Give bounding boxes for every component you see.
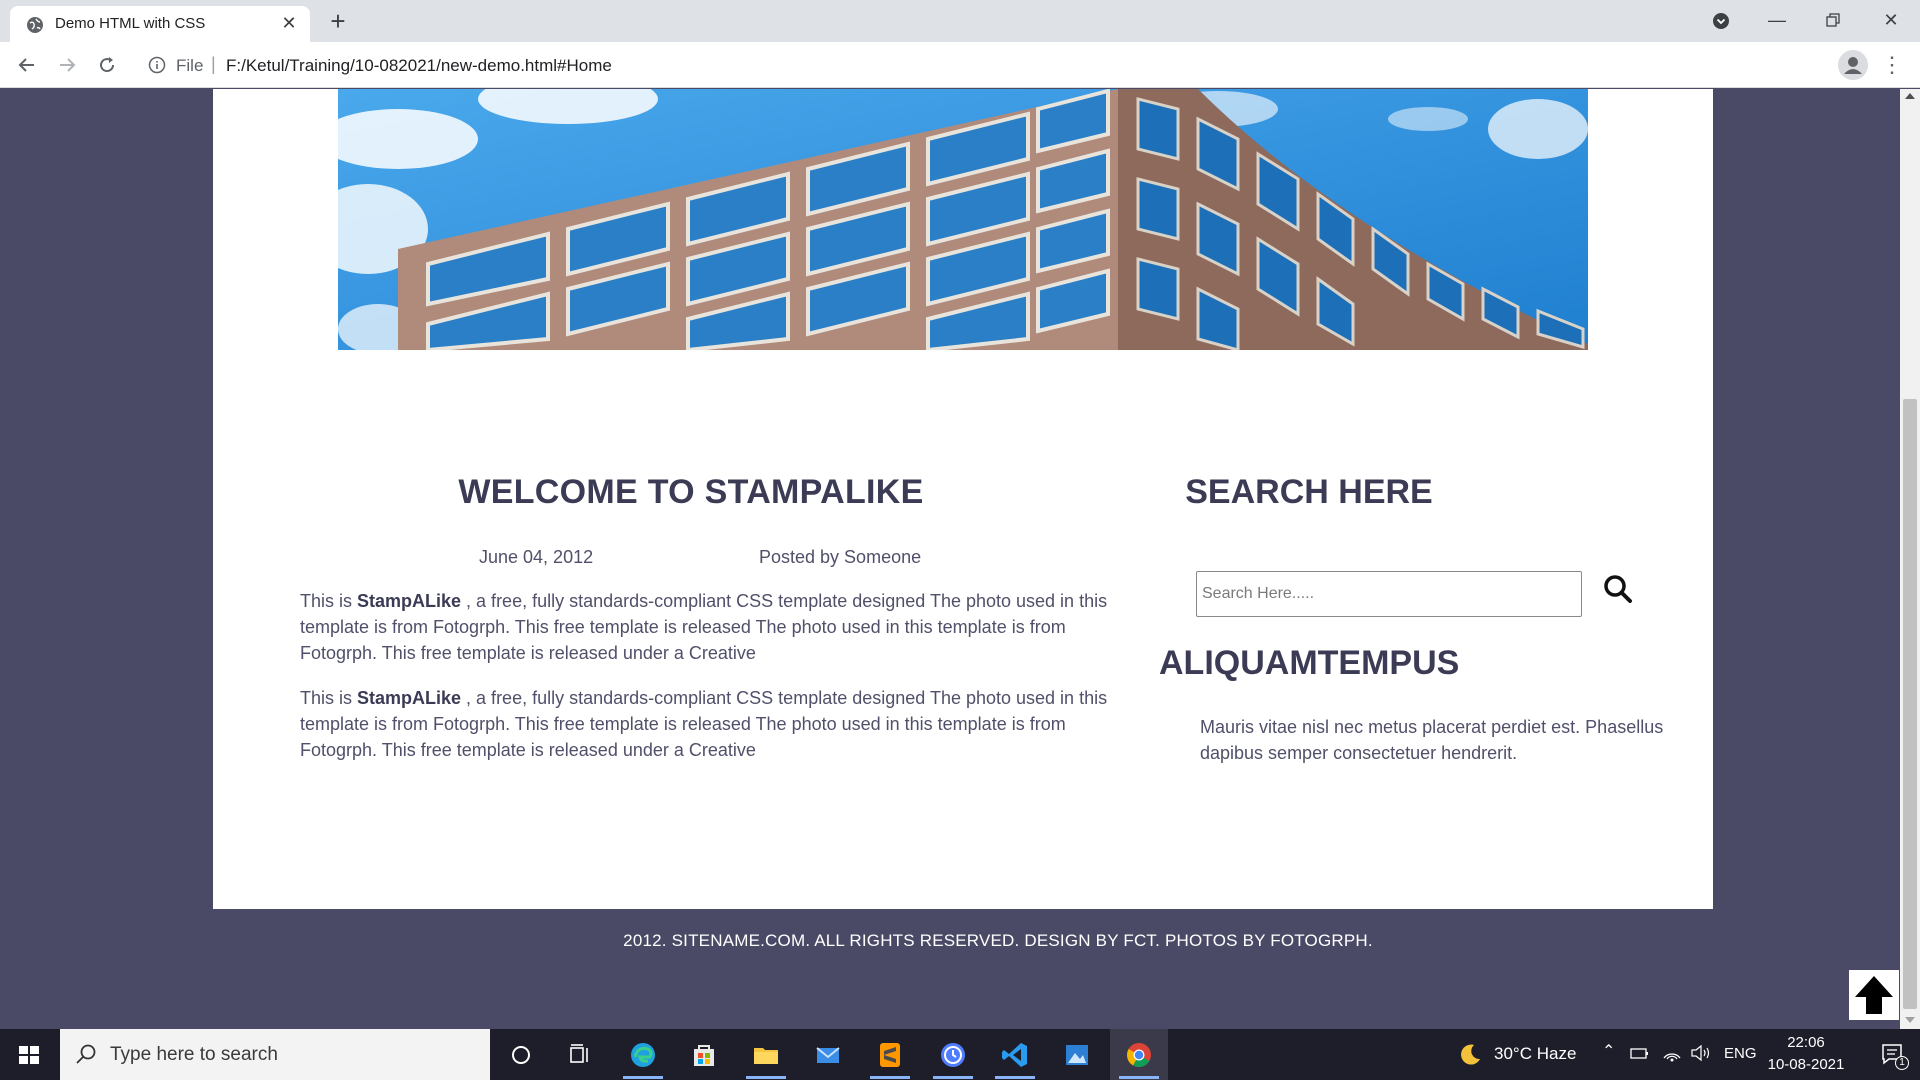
taskbar-app-vscode[interactable] xyxy=(986,1029,1044,1080)
running-indicator xyxy=(870,1076,910,1079)
minimize-button[interactable]: — xyxy=(1754,0,1800,40)
running-indicator xyxy=(623,1076,663,1079)
aliquamtempus-text: Mauris vitae nisl nec metus placerat per… xyxy=(1200,717,1664,763)
weather-text[interactable]: 30°C Haze xyxy=(1494,1044,1576,1064)
folder-icon xyxy=(754,1048,778,1064)
intro-paragraph: This is StampALike , a free, fully stand… xyxy=(300,685,1110,763)
forward-button[interactable] xyxy=(52,50,82,80)
back-button[interactable] xyxy=(12,50,42,80)
arrow-up-icon xyxy=(1855,976,1893,1014)
start-button[interactable] xyxy=(0,1029,58,1080)
brand-name: StampALike xyxy=(357,591,462,611)
taskbar-app-chrome[interactable] xyxy=(1110,1029,1168,1080)
cortana-circle-icon xyxy=(512,1046,530,1064)
vscode-icon xyxy=(1002,1043,1027,1067)
aliquamtempus-heading: ALIQUAMTEMPUS xyxy=(1159,644,1460,682)
store-icon xyxy=(694,1045,714,1066)
photos-icon xyxy=(1066,1045,1088,1065)
running-indicator xyxy=(746,1076,786,1079)
notification-center-button[interactable]: 1 xyxy=(1866,1029,1920,1080)
welcome-heading: WELCOME TO STAMPALIKE xyxy=(458,473,924,511)
browser-tab[interactable]: Demo HTML with CSS ✕ xyxy=(10,6,310,42)
url-text[interactable]: F:/Ketul/Training/10-082021/new-demo.htm… xyxy=(226,56,612,76)
page-viewport: WELCOME TO STAMPALIKE June 04, 2012 Post… xyxy=(0,89,1900,1029)
new-tab-button[interactable]: + xyxy=(324,8,352,36)
scroll-up-arrow-icon[interactable] xyxy=(1905,93,1915,99)
windows-logo-icon xyxy=(19,1046,39,1064)
scroll-to-top-button[interactable] xyxy=(1849,970,1899,1020)
taskbar-app-photos[interactable] xyxy=(1048,1029,1106,1080)
tab-search-icon[interactable] xyxy=(1712,12,1730,30)
windows-taskbar: Type here to search 30°C Haze ⌃ ENG 22:0… xyxy=(0,1029,1920,1080)
taskbar-search-placeholder: Type here to search xyxy=(110,1044,278,1065)
url-scheme-label: File xyxy=(176,56,204,75)
close-tab-icon[interactable]: ✕ xyxy=(278,12,300,34)
battery-icon[interactable] xyxy=(1630,1046,1650,1060)
para-prefix: This is xyxy=(300,688,358,708)
clock-date[interactable]: 10-08-2021 xyxy=(1756,1056,1856,1073)
para-prefix: This is xyxy=(300,591,358,611)
post-date: June 04, 2012 xyxy=(479,547,594,567)
post-author: Posted by Someone xyxy=(759,547,922,567)
tab-title: Demo HTML with CSS xyxy=(55,15,206,32)
reload-button[interactable] xyxy=(92,50,122,80)
hero-building-image xyxy=(338,89,1588,350)
clock-time[interactable]: 22:06 xyxy=(1756,1034,1856,1051)
arrow-right-icon xyxy=(60,58,76,72)
scrollbar-thumb[interactable] xyxy=(1903,399,1917,1009)
content-container: WELCOME TO STAMPALIKE June 04, 2012 Post… xyxy=(213,89,1713,909)
wifi-icon[interactable] xyxy=(1662,1044,1682,1062)
building-photo xyxy=(338,89,1588,350)
globe-icon xyxy=(27,17,43,33)
close-window-button[interactable]: ✕ xyxy=(1868,0,1914,40)
reload-icon xyxy=(100,57,115,73)
chrome-icon xyxy=(1127,1043,1151,1068)
search-button[interactable] xyxy=(1602,573,1634,605)
running-indicator xyxy=(933,1076,973,1079)
notification-count-badge: 1 xyxy=(1895,1056,1909,1070)
arrow-left-icon xyxy=(18,58,34,72)
taskbar-search-box[interactable]: Type here to search xyxy=(60,1029,490,1080)
taskbar-app-edge[interactable] xyxy=(614,1029,672,1080)
restore-icon xyxy=(1826,13,1840,27)
intro-paragraph: This is StampALike , a free, fully stand… xyxy=(300,588,1110,666)
weather-moon-icon[interactable] xyxy=(1456,1041,1484,1069)
address-bar[interactable]: File | F:/Ketul/Training/10-082021/new-d… xyxy=(140,48,1830,82)
task-view-button[interactable] xyxy=(551,1029,609,1080)
clock-app-icon xyxy=(941,1043,965,1067)
running-indicator xyxy=(995,1076,1035,1079)
search-heading: SEARCH HERE xyxy=(1185,473,1433,511)
task-view-icon xyxy=(570,1044,588,1063)
language-indicator[interactable]: ENG xyxy=(1724,1045,1757,1062)
cortana-button[interactable] xyxy=(492,1029,550,1080)
info-icon[interactable] xyxy=(148,56,166,74)
mail-icon xyxy=(816,1047,840,1063)
scroll-down-arrow-icon[interactable] xyxy=(1905,1017,1915,1023)
person-icon xyxy=(1844,57,1862,74)
show-hidden-icons-chevron-icon[interactable]: ⌃ xyxy=(1602,1041,1615,1061)
sublime-text-icon xyxy=(880,1043,900,1067)
browser-toolbar: File | F:/Ketul/Training/10-082021/new-d… xyxy=(0,42,1920,88)
search-icon xyxy=(76,1044,96,1064)
restore-button[interactable] xyxy=(1810,0,1856,40)
volume-icon[interactable] xyxy=(1690,1044,1712,1062)
edge-icon xyxy=(631,1043,655,1067)
running-indicator xyxy=(1119,1076,1159,1079)
brand-name: StampALike xyxy=(357,688,462,708)
page-scrollbar[interactable] xyxy=(1900,89,1920,1029)
url-separator: | xyxy=(211,54,216,74)
search-icon xyxy=(1604,575,1632,603)
taskbar-app-store[interactable] xyxy=(675,1029,733,1080)
search-input[interactable] xyxy=(1196,571,1582,617)
taskbar-app-file-explorer[interactable] xyxy=(737,1029,795,1080)
taskbar-app-clock[interactable] xyxy=(924,1029,982,1080)
taskbar-app-sublime[interactable] xyxy=(861,1029,919,1080)
footer-copyright: 2012. SITENAME.COM. ALL RIGHTS RESERVED.… xyxy=(623,931,1373,950)
browser-tab-strip: Demo HTML with CSS ✕ + — ✕ xyxy=(0,0,1920,42)
profile-avatar-icon[interactable] xyxy=(1838,50,1868,80)
taskbar-app-mail[interactable] xyxy=(799,1029,857,1080)
browser-menu-icon[interactable]: ⋮ xyxy=(1880,50,1904,80)
